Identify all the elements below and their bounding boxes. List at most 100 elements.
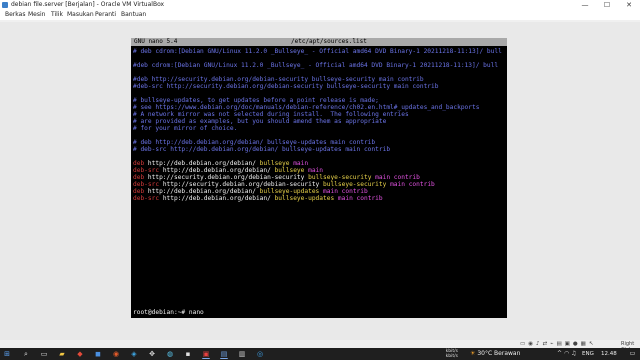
nano-header: GNU nano 5.4 /etc/apt/sources.list (131, 38, 507, 46)
network-speed: kbit/s kbit/s (440, 349, 458, 359)
notification-icon[interactable]: ▭ (628, 350, 637, 358)
app-icon-7[interactable]: ▪ (184, 350, 192, 358)
weather-text: 30°C Berawan (477, 350, 521, 357)
language-indicator[interactable]: ENG (582, 350, 594, 358)
terminal-text: # deb http://deb.debian.org/debian/ bull… (133, 139, 376, 146)
weather-widget[interactable]: ☀ 30°C Berawan (470, 350, 520, 358)
menu-masukan[interactable]: Masukan (66, 10, 95, 20)
volume-icon[interactable]: ♫ (571, 350, 576, 357)
terminal-text: deb-src (133, 167, 163, 174)
menu-bar: Berkas Mesin Tilik Masukan Peranti Bantu… (0, 10, 640, 20)
menu-berkas[interactable]: Berkas (4, 10, 26, 20)
terminal-text: http://security.debian.org/debian-securi… (162, 181, 323, 188)
chevron-up-icon[interactable]: ^ (557, 350, 562, 357)
optical-drive-icon[interactable]: ◉ (528, 341, 533, 347)
system-tray[interactable]: ^ ◠ ♫ (557, 350, 577, 358)
terminal-text: http://deb.debian.org/debian/ (162, 195, 275, 202)
menu-peranti[interactable]: Peranti (94, 10, 117, 20)
app-icon-9[interactable]: ▥ (238, 350, 246, 358)
minimize-button[interactable]: — (574, 0, 596, 10)
terminal-line: # deb http://deb.debian.org/debian/ bull… (133, 139, 375, 146)
nano-version: GNU nano 5.4 (134, 38, 178, 45)
menu-tilik[interactable]: Tilik (50, 10, 64, 20)
terminal-text: bullseye-updates (274, 195, 338, 202)
terminal-text: # for your mirror of choice. (133, 125, 238, 132)
terminal-text: #deb-src http://security.debian.org/debi… (133, 83, 439, 90)
menu-bantuan[interactable]: Bantuan (120, 10, 147, 20)
start-icon[interactable]: ⊞ (3, 350, 11, 358)
terminal-text: # A network mirror was not selected duri… (133, 111, 409, 118)
display-icon[interactable]: ▣ (565, 341, 570, 347)
recording-icon[interactable]: ● (573, 341, 578, 347)
cpu-icon[interactable]: ▦ (581, 341, 586, 347)
app-icon-3[interactable]: ◉ (112, 350, 120, 358)
terminal-text: # see https://www.debian.org/doc/manuals… (133, 104, 480, 111)
window-title: debian file.server [Berjalan] - Oracle V… (11, 1, 165, 8)
weather-icon: ☀ (470, 350, 476, 357)
terminal-screen[interactable]: GNU nano 5.4 /etc/apt/sources.list root@… (131, 38, 507, 318)
app-icon-8[interactable]: ▣ (202, 350, 210, 359)
terminal-text: http://deb.debian.org/debian/ (162, 167, 275, 174)
terminal-text: main (308, 167, 324, 174)
maximize-button[interactable]: ☐ (596, 0, 618, 10)
taskbar: ⊞ ⌕ ▭ ▰ ◆ ◼ ◉ ◈ ✥ ◍ ▪ ▣ ▤ ▥ ◎ kbit/s kbi… (0, 348, 640, 360)
app-icon-2[interactable]: ◼ (94, 350, 102, 358)
terminal-text: #deb http://security.debian.org/debian-s… (133, 76, 424, 83)
app-icon-5[interactable]: ✥ (148, 350, 156, 358)
task-view-icon[interactable]: ▭ (40, 350, 48, 358)
terminal-text: bullseye (274, 167, 309, 174)
terminal-text: main contrib (337, 195, 383, 202)
status-icons: ▭ ◉ ♪ ⇄ ⌁ ▤ ▣ ● ▦ ↖ (520, 341, 596, 347)
net-down: kbit/s (445, 354, 458, 359)
shell-prompt: root@debian:~# nano (133, 309, 204, 316)
app-icon-10[interactable]: ◎ (256, 350, 264, 358)
terminal-line: deb-src http://deb.debian.org/debian/ bu… (133, 167, 323, 174)
search-icon[interactable]: ⌕ (22, 350, 30, 358)
file-explorer-icon[interactable]: ▰ (58, 350, 66, 358)
mouse-integration-icon[interactable]: ↖ (589, 341, 594, 347)
terminal-line: #deb cdrom:[Debian GNU/Linux 11.2.0 _Bul… (133, 62, 498, 69)
clock[interactable]: 12.48 (601, 350, 617, 358)
terminal-text: http://security.debian.org/debian-securi… (147, 174, 309, 181)
terminal-line: deb http://security.debian.org/debian-se… (133, 174, 420, 181)
terminal-line: # are provided as examples, but you shou… (133, 118, 386, 125)
terminal-line: deb http://deb.debian.org/debian/ bullse… (133, 188, 368, 195)
terminal-line: # deb-src http://deb.debian.org/debian/ … (133, 146, 390, 153)
virtualbox-taskbar-icon[interactable]: ▤ (220, 350, 228, 359)
menu-mesin[interactable]: Mesin (27, 10, 46, 20)
terminal-text: deb-src (133, 181, 163, 188)
terminal-text: main contrib (323, 188, 368, 195)
terminal-text: http://deb.debian.org/debian/ (147, 160, 260, 167)
terminal-text: bullseye-security (323, 181, 391, 188)
network-icon[interactable]: ⇄ (543, 341, 548, 347)
terminal-line: deb-src http://security.debian.org/debia… (133, 181, 435, 188)
hard-disk-icon[interactable]: ▭ (520, 341, 525, 347)
app-icon-6[interactable]: ◍ (166, 350, 174, 358)
terminal-line: deb http://deb.debian.org/debian/ bullse… (133, 160, 308, 167)
terminal-line: # A network mirror was not selected duri… (133, 111, 409, 118)
wifi-icon[interactable]: ◠ (564, 350, 569, 357)
terminal-line: # bullseye-updates, to get updates befor… (133, 97, 379, 104)
audio-icon[interactable]: ♪ (536, 341, 540, 347)
terminal-text: main contrib (390, 181, 435, 188)
close-button[interactable]: ✕ (618, 0, 640, 10)
shared-folder-icon[interactable]: ▤ (556, 341, 561, 347)
terminal-text: # deb cdrom:[Debian GNU/Linux 11.2.0 _Bu… (133, 48, 502, 55)
terminal-text: bullseye-security (308, 174, 376, 181)
terminal-text: deb (133, 188, 148, 195)
usb-icon[interactable]: ⌁ (550, 341, 553, 347)
app-icon-1[interactable]: ◆ (76, 350, 84, 358)
terminal-text: #deb cdrom:[Debian GNU/Linux 11.2.0 _Bul… (133, 62, 499, 69)
nano-filename: /etc/apt/sources.list (291, 38, 367, 45)
terminal-text: # are provided as examples, but you shou… (133, 118, 387, 125)
terminal-line: #deb-src http://security.debian.org/debi… (133, 83, 438, 90)
terminal-text: bullseye (259, 160, 294, 167)
terminal-text: main contrib (375, 174, 420, 181)
terminal-line: deb-src http://deb.debian.org/debian/ bu… (133, 195, 383, 202)
app-icon-4[interactable]: ◈ (130, 350, 138, 358)
terminal-line: # see https://www.debian.org/doc/manuals… (133, 104, 479, 111)
terminal-text: deb (133, 160, 148, 167)
virtualbox-icon (2, 2, 8, 8)
terminal-line: #deb http://security.debian.org/debian-s… (133, 76, 424, 83)
terminal-text: # bullseye-updates, to get updates befor… (133, 97, 379, 104)
